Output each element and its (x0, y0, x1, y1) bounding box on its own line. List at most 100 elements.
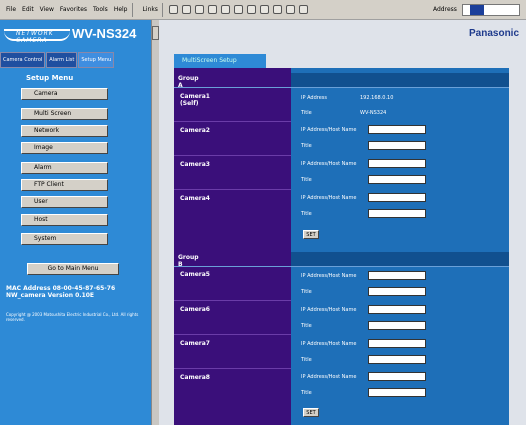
camera-logo: NETWORK CAMERA WV-NS324 (4, 24, 152, 44)
camera2-title-input[interactable] (368, 141, 426, 150)
camera7-title-input[interactable] (368, 355, 426, 364)
ip-label: IP Address (301, 95, 327, 101)
history-icon[interactable] (259, 5, 269, 14)
row-divider (174, 266, 509, 267)
stop-icon[interactable] (194, 5, 204, 14)
scroll-thumb[interactable] (152, 26, 159, 40)
ip-label: IP Address/Host Name (301, 273, 357, 279)
ip-label: IP Address/Host Name (301, 307, 357, 313)
search-icon[interactable] (233, 5, 243, 14)
tab-camera-control[interactable]: Camera Control (0, 52, 46, 68)
camera5-title-input[interactable] (368, 287, 426, 296)
row-divider (174, 300, 291, 301)
page-tab: MultiScreen Setup (174, 54, 266, 68)
forward-icon[interactable] (181, 5, 191, 14)
refresh-icon[interactable] (207, 5, 217, 14)
sidebar-item-alarm[interactable]: Alarm (21, 162, 108, 174)
home-icon[interactable] (220, 5, 230, 14)
sidebar-item-ftp-client[interactable]: FTP Client (21, 179, 108, 191)
sidebar-item-network[interactable]: Network (21, 125, 108, 137)
mac-address: MAC Address 08-00-45-87-65-76 (6, 285, 116, 292)
group-a-set-button[interactable]: SET (303, 230, 319, 239)
edit-icon[interactable] (298, 5, 308, 14)
group-b-set-button[interactable]: SET (303, 408, 319, 417)
camera3-title-input[interactable] (368, 175, 426, 184)
multiscreen-setup-panel: Group A Camera1 (Self) IP Address 192.16… (174, 68, 509, 425)
network-camera-logo: NETWORK CAMERA (4, 29, 70, 44)
menu-help[interactable]: Help (114, 6, 128, 13)
print-icon[interactable] (285, 5, 295, 14)
title-label: Title (301, 357, 312, 363)
setup-menu-title: Setup Menu (26, 74, 74, 82)
back-icon[interactable] (168, 5, 178, 14)
camera-label: Camera2 (180, 127, 210, 134)
group-a-header-fill (291, 73, 509, 87)
camera6-title-input[interactable] (368, 321, 426, 330)
tab-alarm-list[interactable]: Alarm List (46, 52, 78, 68)
sidebar: NETWORK CAMERA WV-NS324 Camera Control A… (0, 20, 151, 425)
logo-text: NETWORK CAMERA (16, 30, 54, 44)
address-label: Address (433, 6, 457, 13)
sidebar-item-multi-screen[interactable]: Multi Screen (21, 108, 108, 120)
ip-label: IP Address/Host Name (301, 127, 357, 133)
title-label: Title (301, 143, 312, 149)
camera4-ip-input[interactable] (368, 193, 426, 202)
menu-view[interactable]: View (40, 6, 54, 13)
copyright: Copyright @ 2003 Matsushita Electric Ind… (6, 312, 139, 322)
row-divider (174, 155, 291, 156)
title-label: Title (301, 323, 312, 329)
title-label: Title (301, 110, 312, 116)
sidebar-item-camera[interactable]: Camera (21, 88, 108, 100)
camera-label: Camera6 (180, 306, 210, 313)
mail-icon[interactable] (272, 5, 282, 14)
sidebar-item-system[interactable]: System (21, 233, 108, 245)
camera2-ip-input[interactable] (368, 125, 426, 134)
sidebar-item-user[interactable]: User (21, 196, 108, 208)
model-name: WV-NS324 (72, 26, 137, 41)
menu-tools[interactable]: Tools (93, 6, 108, 13)
group-b-header-fill (291, 252, 509, 266)
row-divider (174, 121, 291, 122)
row-divider (174, 87, 509, 88)
sidebar-tabs: Camera Control Alarm List Setup Menu (0, 52, 115, 68)
menu-file[interactable]: File (6, 6, 16, 13)
ie-logo-icon (470, 5, 484, 15)
menu-edit[interactable]: Edit (22, 6, 34, 13)
camera6-ip-input[interactable] (368, 305, 426, 314)
toolbar-separator (161, 2, 163, 17)
toolbar-separator (131, 2, 133, 17)
ip-value: 192.168.0.10 (360, 95, 394, 101)
browser-toolbar: File Edit View Favorites Tools Help Link… (0, 0, 526, 20)
links-label[interactable]: Links (143, 6, 158, 13)
camera5-ip-input[interactable] (368, 271, 426, 280)
row-divider (174, 368, 291, 369)
sidebar-item-host[interactable]: Host (21, 214, 108, 226)
camera7-ip-input[interactable] (368, 339, 426, 348)
menu-favorites[interactable]: Favorites (60, 6, 87, 13)
camera4-title-input[interactable] (368, 209, 426, 218)
ip-label: IP Address/Host Name (301, 374, 357, 380)
frame-scrollbar[interactable] (151, 20, 159, 425)
go-to-main-menu-button[interactable]: Go to Main Menu (27, 263, 119, 275)
camera8-ip-input[interactable] (368, 372, 426, 381)
row-divider (174, 334, 291, 335)
camera-label: Camera3 (180, 161, 210, 168)
camera-label: Camera4 (180, 195, 210, 202)
ip-label: IP Address/Host Name (301, 195, 357, 201)
camera8-title-input[interactable] (368, 388, 426, 397)
camera3-ip-input[interactable] (368, 159, 426, 168)
title-label: Title (301, 211, 312, 217)
ip-label: IP Address/Host Name (301, 161, 357, 167)
title-label: Title (301, 289, 312, 295)
ip-label: IP Address/Host Name (301, 341, 357, 347)
title-label: Title (301, 390, 312, 396)
title-label: Title (301, 177, 312, 183)
camera-label: Camera5 (180, 271, 210, 278)
brand-logo: Panasonic (469, 28, 520, 39)
tab-setup-menu[interactable]: Setup Menu (78, 52, 115, 68)
version: NW_camera Version 0.10E (6, 292, 95, 299)
camera-label: Camera1 (Self) (180, 93, 210, 107)
favorites-icon[interactable] (246, 5, 256, 14)
sidebar-item-image[interactable]: Image (21, 142, 108, 154)
title-value: WV-NS324 (360, 110, 387, 116)
